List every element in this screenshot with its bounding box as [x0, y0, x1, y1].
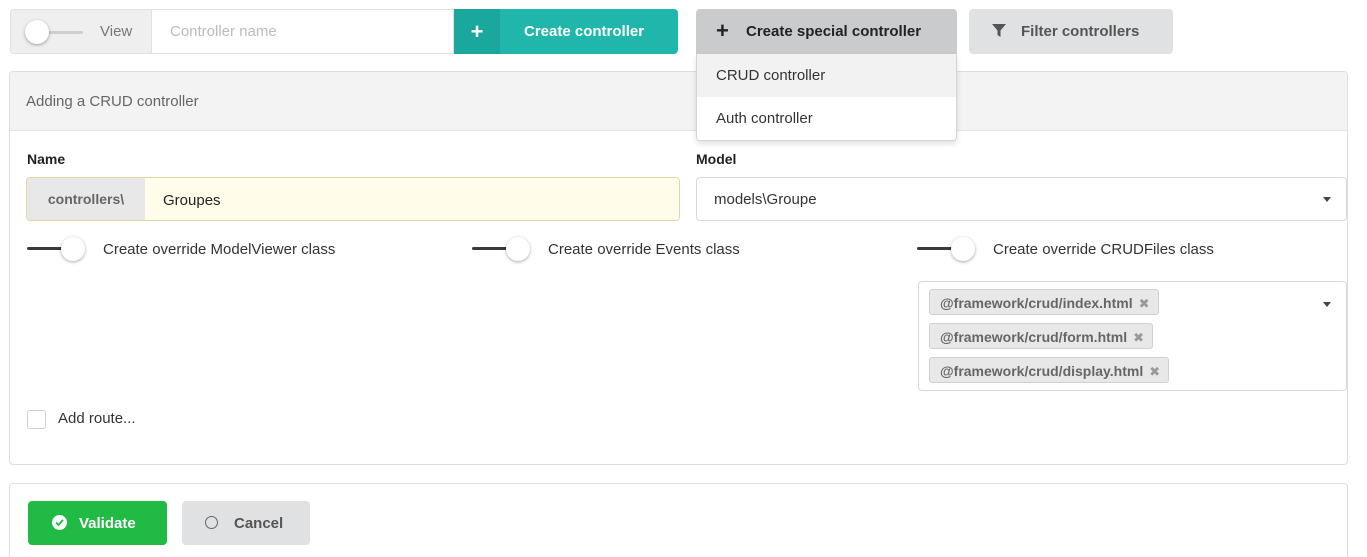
menu-item-crud-controller[interactable]: CRUD controller	[697, 54, 956, 97]
switch-crudfiles-label: Create override CRUDFiles class	[993, 241, 1214, 258]
check-circle-icon	[52, 515, 67, 530]
controller-name-group: controllers\	[26, 177, 680, 221]
close-icon[interactable]: ✖	[1133, 330, 1144, 345]
chevron-down-icon	[1323, 302, 1331, 307]
validate-label: Validate	[79, 515, 136, 532]
plus-icon: +	[716, 18, 729, 43]
switch-knob[interactable]	[506, 237, 530, 261]
switch-knob[interactable]	[61, 237, 85, 261]
cancel-label: Cancel	[234, 515, 284, 532]
actions-segment: Validate Cancel	[9, 483, 1348, 557]
create-special-controller-label: Create special controller	[746, 23, 922, 40]
view-label: View	[100, 23, 133, 40]
crud-file-chip: @framework/crud/form.html ✖	[929, 323, 1154, 349]
chip-label: @framework/crud/display.html	[940, 363, 1144, 379]
add-route-label: Add route...	[58, 410, 136, 427]
filter-controllers-label: Filter controllers	[1021, 23, 1140, 40]
special-controller-menu: CRUD controller Auth controller	[696, 54, 957, 141]
model-select[interactable]: models\Groupe	[696, 177, 1347, 221]
view-toggle[interactable]: View	[10, 9, 152, 54]
name-label: Name	[27, 151, 66, 167]
model-label: Model	[696, 151, 737, 167]
filter-controllers-button[interactable]: Filter controllers	[969, 9, 1173, 54]
switch-modelviewer-label: Create override ModelViewer class	[103, 241, 336, 258]
close-icon[interactable]: ✖	[1149, 364, 1160, 379]
chip-label: @framework/crud/form.html	[940, 329, 1128, 345]
toggle-knob[interactable]	[25, 20, 49, 44]
menu-item-auth-controller[interactable]: Auth controller	[697, 97, 956, 140]
cancel-button[interactable]: Cancel	[182, 501, 310, 545]
crud-file-chip: @framework/crud/display.html ✖	[929, 357, 1170, 383]
model-select-value: models\Groupe	[714, 191, 817, 208]
switch-events-label: Create override Events class	[548, 241, 740, 258]
name-field[interactable]	[145, 178, 679, 220]
plus-icon: +	[454, 9, 500, 54]
create-controller-label: Create controller	[524, 23, 645, 40]
controller-name-input[interactable]	[152, 9, 454, 54]
filter-icon	[992, 24, 1006, 42]
close-icon[interactable]: ✖	[1139, 296, 1150, 311]
create-special-controller-button[interactable]: + Create special controller	[696, 9, 957, 54]
validate-button[interactable]: Validate	[28, 501, 167, 545]
switch-knob[interactable]	[951, 237, 975, 261]
crud-form-segment: Adding a CRUD controller Name Model cont…	[9, 71, 1348, 465]
circle-icon	[205, 516, 218, 529]
crud-files-multiselect[interactable]: @framework/crud/index.html ✖ @framework/c…	[918, 281, 1347, 391]
chip-label: @framework/crud/index.html	[940, 295, 1133, 311]
form-header: Adding a CRUD controller	[10, 72, 1347, 131]
add-route-checkbox[interactable]	[27, 410, 46, 429]
create-controller-button[interactable]: + Create controller	[454, 9, 678, 54]
chevron-down-icon	[1323, 197, 1331, 202]
namespace-prefix: controllers\	[27, 178, 145, 220]
crud-file-chip: @framework/crud/index.html ✖	[929, 289, 1159, 315]
